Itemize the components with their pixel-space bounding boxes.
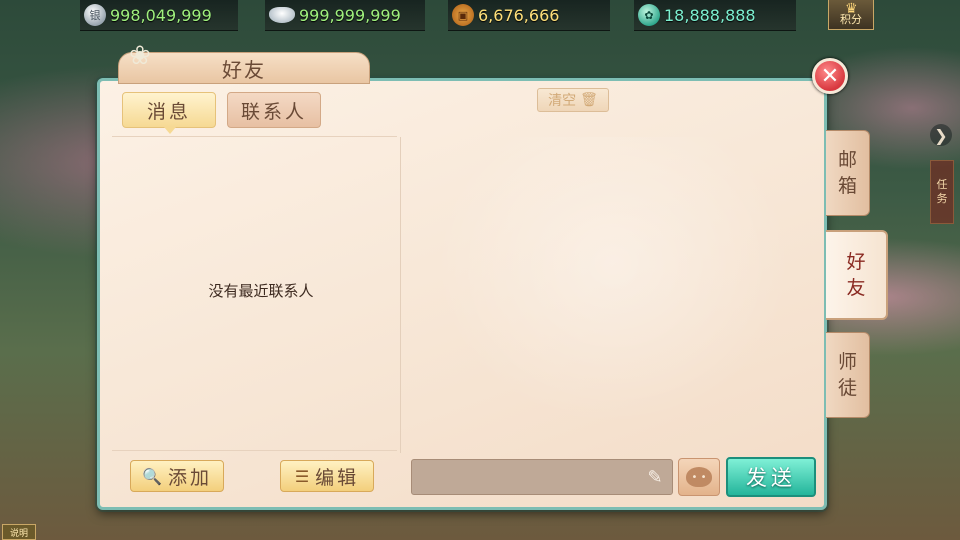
task-tab-char2: 务 [936, 192, 948, 205]
side-tab-friends[interactable]: 好 友 [826, 230, 888, 320]
currency-bar: 银 998,049,999 999,999,999 ▣ 6,676,666 ✿ … [0, 0, 960, 32]
clear-chat-button[interactable]: 清空 🗑 [537, 88, 609, 112]
silver-coin-value: 998,049,999 [110, 5, 212, 25]
chat-history-area [404, 137, 822, 453]
score-button[interactable]: 积分 [828, 0, 874, 30]
task-tab-char1: 任 [936, 178, 948, 191]
list-footer-divider [112, 450, 397, 451]
jade-balance: ✿ 18,888,888 [634, 0, 796, 31]
side-tab-mailbox[interactable]: 邮 箱 [826, 130, 870, 216]
clear-chat-label: 清空 [548, 93, 577, 109]
edit-label: 编辑 [315, 466, 360, 489]
silver-coin-balance: 银 998,049,999 [80, 0, 238, 31]
side-tab-friends-char2: 友 [846, 277, 866, 299]
pen-icon: ✎ [647, 466, 663, 488]
side-tab-mentorship[interactable]: 师 徒 [826, 332, 870, 418]
copper-coin-balance: ▣ 6,676,666 [448, 0, 610, 31]
bottom-badge[interactable]: 说明 [2, 524, 36, 540]
copper-coin-value: 6,676,666 [478, 5, 560, 25]
list-icon: ☰ [294, 466, 310, 486]
side-tab-mentorship-char2: 徒 [837, 377, 857, 399]
edit-button[interactable]: ☰ 编辑 [280, 460, 374, 492]
silver-ingot-balance: 999,999,999 [265, 0, 425, 31]
task-tab[interactable]: 任 务 [930, 160, 954, 224]
add-friend-label: 添加 [167, 466, 212, 489]
search-icon: 🔍 [142, 466, 162, 486]
chat-input[interactable] [411, 459, 673, 495]
close-icon: ✕ [820, 63, 840, 89]
empty-contacts-text: 没有最近联系人 [208, 282, 314, 300]
trash-icon: 🗑 [580, 92, 598, 108]
silver-ingot-value: 999,999,999 [299, 5, 401, 25]
tab-contacts[interactable]: 联系人 [227, 92, 321, 128]
side-tab-mentorship-char1: 师 [837, 351, 857, 373]
chevron-right-icon[interactable]: ❯ [930, 124, 952, 146]
silver-ingot-icon [269, 7, 295, 23]
add-friend-button[interactable]: 🔍 添加 [130, 460, 224, 492]
emoji-face-icon: • • [686, 467, 712, 487]
panel-title: 好友 [118, 41, 370, 84]
send-button[interactable]: 发送 [726, 457, 816, 497]
copper-coin-icon: ▣ [452, 4, 474, 26]
jade-value: 18,888,888 [664, 5, 756, 25]
side-tab-mailbox-char1: 邮 [837, 149, 857, 171]
jade-icon: ✿ [638, 4, 660, 26]
close-button[interactable]: ✕ [812, 58, 848, 94]
emoji-button[interactable]: • • [678, 458, 720, 496]
side-tab-friends-char1: 好 [846, 251, 866, 273]
tab-messages[interactable]: 消息 [122, 92, 216, 134]
silver-coin-icon: 银 [84, 4, 106, 26]
side-tab-mailbox-char2: 箱 [837, 175, 857, 197]
